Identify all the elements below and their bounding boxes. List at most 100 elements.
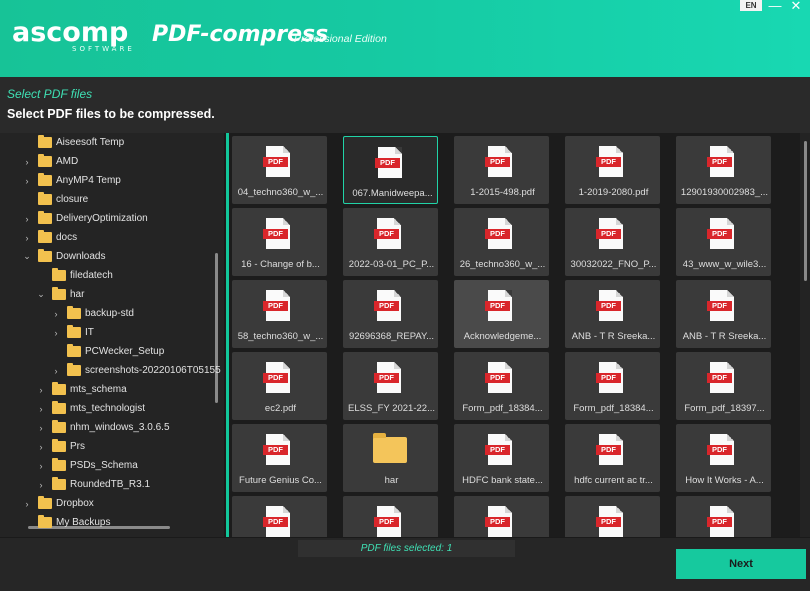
pdf-file-tile[interactable]: PDF [232, 496, 327, 537]
tree-item-label: PSDs_Schema [70, 460, 138, 471]
expand-chevron-icon[interactable]: › [51, 366, 61, 376]
expand-chevron-icon[interactable]: › [36, 423, 46, 433]
tree-item[interactable]: › mts_schema [36, 380, 127, 399]
pdf-file-tile[interactable]: PDF Form_pdf_18397... [676, 352, 771, 420]
language-button[interactable]: EN [740, 0, 762, 11]
tree-item[interactable]: PCWecker_Setup [51, 342, 164, 361]
pdf-file-tile[interactable]: PDF 1-2015-498.pdf [454, 136, 549, 204]
expand-chevron-icon[interactable]: › [36, 385, 46, 395]
tree-item[interactable]: ⌄ Downloads [22, 247, 105, 266]
pdf-file-tile[interactable]: PDF [454, 496, 549, 537]
pdf-file-tile[interactable]: PDF ec2.pdf [232, 352, 327, 420]
expand-chevron-icon[interactable]: › [36, 404, 46, 414]
pdf-file-tile[interactable]: PDF 26_techno360_w_... [454, 208, 549, 276]
pdf-file-tile[interactable]: PDF ELSS_FY 2021-22... [343, 352, 438, 420]
pdf-file-icon: PDF [707, 290, 734, 321]
pdf-file-tile[interactable]: PDF 1-2019-2080.pdf [565, 136, 660, 204]
folder-icon [67, 344, 81, 357]
pdf-tag: PDF [263, 373, 288, 383]
pdf-tag: PDF [374, 373, 399, 383]
folder-icon [52, 287, 66, 300]
tree-item[interactable]: › nhm_windows_3.0.6.5 [36, 418, 170, 437]
expand-chevron-icon[interactable]: › [22, 214, 32, 224]
pdf-tag: PDF [596, 301, 621, 311]
close-icon[interactable]: ✕ [789, 0, 803, 14]
folder-icon [67, 363, 81, 376]
tree-item[interactable]: › DeliveryOptimization [22, 209, 148, 228]
pdf-tag: PDF [263, 229, 288, 239]
tree-item[interactable]: › docs [22, 228, 77, 247]
expand-chevron-icon[interactable]: ⌄ [22, 251, 32, 262]
pdf-file-tile[interactable]: PDF ANB - T R Sreeka... [676, 280, 771, 348]
tree-vertical-scrollbar[interactable] [215, 253, 218, 403]
expand-chevron-icon[interactable]: › [36, 480, 46, 490]
tree-item[interactable]: › RoundedTB_R3.1 [36, 475, 150, 494]
pdf-file-tile[interactable]: PDF Future Genius Co... [232, 424, 327, 492]
tree-item[interactable]: closure [22, 190, 88, 209]
pdf-file-tile[interactable]: PDF 16 - Change of b... [232, 208, 327, 276]
tree-item[interactable]: › mts_technologist [36, 399, 145, 418]
pdf-file-tile[interactable]: PDF [565, 496, 660, 537]
folder-icon [373, 433, 407, 463]
pdf-file-tile[interactable]: PDF 92696368_REPAY... [343, 280, 438, 348]
pdf-tag: PDF [374, 229, 399, 239]
pdf-file-tile[interactable]: PDF 12901930002983_... [676, 136, 771, 204]
pdf-file-icon: PDF [596, 506, 623, 537]
pdf-file-tile[interactable]: PDF hdfc current ac tr... [565, 424, 660, 492]
folder-tree[interactable]: Aiseesoft Temp › AMD › AnyMP4 Temp closure › De… [0, 133, 226, 537]
tree-item[interactable]: › Prs [36, 437, 85, 456]
expand-chevron-icon[interactable]: › [22, 233, 32, 243]
tree-item[interactable]: › backup-std [51, 304, 134, 323]
tree-item[interactable]: › Dropbox [22, 494, 94, 513]
tree-item[interactable]: › AMD [22, 152, 78, 171]
file-name: 2022-03-01_PC_P... [348, 259, 435, 270]
tree-item-label: RoundedTB_R3.1 [70, 479, 151, 490]
pdf-tag: PDF [485, 301, 510, 311]
expand-chevron-icon[interactable]: › [22, 176, 32, 186]
tree-item-label: IT [85, 327, 94, 338]
tree-item[interactable]: › screenshots-20220106T05155 [51, 361, 221, 380]
expand-chevron-icon[interactable]: › [51, 328, 61, 338]
tree-item[interactable]: › IT [51, 323, 94, 342]
pdf-tag: PDF [707, 229, 732, 239]
expand-chevron-icon[interactable]: › [51, 309, 61, 319]
pdf-file-tile[interactable]: PDF [343, 496, 438, 537]
pdf-file-tile[interactable]: PDF 43_www_w_wile3... [676, 208, 771, 276]
pdf-tag: PDF [374, 301, 399, 311]
pdf-file-tile[interactable]: PDF ANB - T R Sreeka... [565, 280, 660, 348]
step-label: Select PDF files [7, 87, 93, 101]
pdf-file-tile[interactable]: PDF Form_pdf_18384... [454, 352, 549, 420]
folder-icon [38, 135, 52, 148]
folder-icon [52, 458, 66, 471]
minimize-icon[interactable]: — [768, 0, 782, 13]
pdf-file-tile[interactable]: PDF HDFC bank state... [454, 424, 549, 492]
grid-vertical-scrollbar[interactable] [800, 133, 810, 537]
pdf-file-tile[interactable]: PDF 58_techno360_w_... [232, 280, 327, 348]
pdf-file-tile[interactable]: PDF 067.Manidweepa... [343, 136, 438, 204]
tree-item[interactable]: Aiseesoft Temp [22, 133, 124, 152]
pdf-tag: PDF [374, 517, 399, 527]
step-header: Select PDF files Select PDF files to be … [0, 77, 810, 133]
expand-chevron-icon[interactable]: › [22, 157, 32, 167]
tree-item[interactable]: My Backups [22, 513, 110, 532]
tree-item[interactable]: filedatech [36, 266, 113, 285]
tree-item[interactable]: › AnyMP4 Temp [22, 171, 121, 190]
expand-chevron-icon[interactable]: › [36, 442, 46, 452]
pdf-file-tile[interactable]: PDF 2022-03-01_PC_P... [343, 208, 438, 276]
pdf-file-tile[interactable]: PDF How It Works - A... [676, 424, 771, 492]
folder-tile[interactable]: har [343, 424, 438, 492]
expand-chevron-icon[interactable]: › [22, 499, 32, 509]
pdf-file-tile[interactable]: PDF 30032022_FNO_P... [565, 208, 660, 276]
grid-scroll-thumb[interactable] [804, 141, 807, 281]
pdf-file-tile[interactable]: PDF Acknowledgeme... [454, 280, 549, 348]
expand-chevron-icon[interactable]: ⌄ [36, 289, 46, 300]
pdf-file-tile[interactable]: PDF 04_techno360_w_... [232, 136, 327, 204]
pdf-file-tile[interactable]: PDF [676, 496, 771, 537]
tree-item[interactable]: ⌄ har [36, 285, 84, 304]
folder-icon [52, 401, 66, 414]
logo-subtext: SOFTWARE [72, 45, 135, 53]
expand-chevron-icon[interactable]: › [36, 461, 46, 471]
tree-item[interactable]: › PSDs_Schema [36, 456, 138, 475]
next-button[interactable]: Next [676, 549, 806, 579]
pdf-file-tile[interactable]: PDF Form_pdf_18384... [565, 352, 660, 420]
